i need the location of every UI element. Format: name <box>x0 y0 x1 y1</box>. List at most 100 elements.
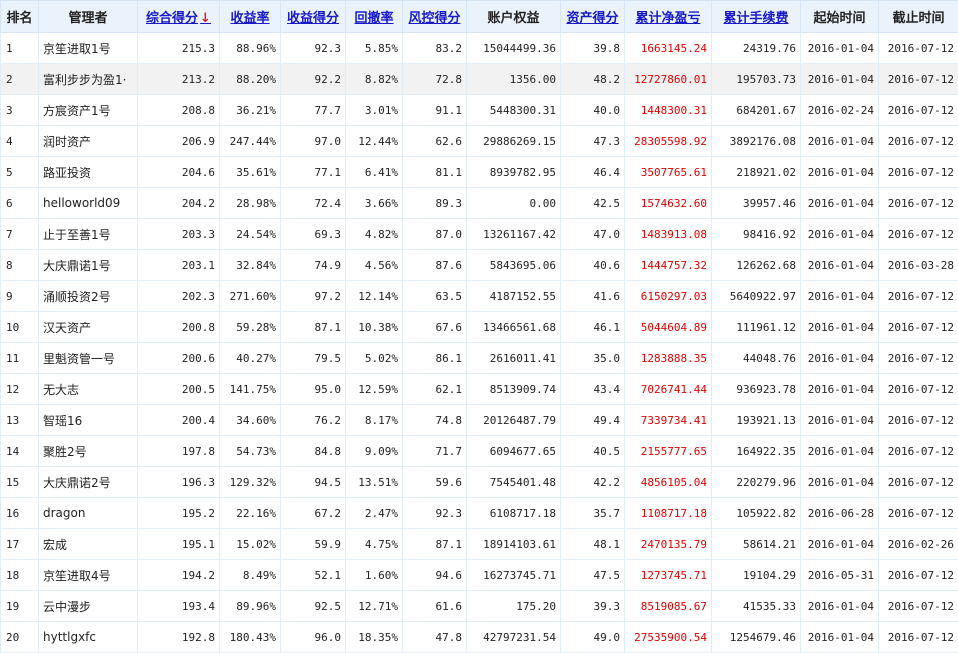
asset-score-cell: 48.1 <box>561 529 625 560</box>
header-drawdown[interactable]: 回撤率 <box>346 1 403 33</box>
cum-fee-cell: 24319.76 <box>712 33 801 64</box>
table-row[interactable]: 16dragon195.222.16%67.22.47%92.36108717.… <box>1 498 958 529</box>
return-rate-cell: 35.61% <box>220 157 281 188</box>
cum-pnl-cell: 7026741.44 <box>625 374 712 405</box>
return-rate-cell: 271.60% <box>220 281 281 312</box>
table-row[interactable]: 1京笙进取1号215.388.96%92.35.85%83.215044499.… <box>1 33 958 64</box>
cum-pnl-cell: 3507765.61 <box>625 157 712 188</box>
asset-score-cell: 41.6 <box>561 281 625 312</box>
risk-score-cell: 91.1 <box>403 95 467 126</box>
asset-score-cell: 42.2 <box>561 467 625 498</box>
cum-fee-cell: 195703.73 <box>712 64 801 95</box>
table-row[interactable]: 19云中漫步193.489.96%92.512.71%61.6175.2039.… <box>1 591 958 622</box>
cum-pnl-cell: 7339734.41 <box>625 405 712 436</box>
end-date-cell: 2016-07-12 <box>879 405 958 436</box>
end-date-cell: 2016-07-12 <box>879 436 958 467</box>
header-return-score[interactable]: 收益得分 <box>281 1 346 33</box>
table-row[interactable]: 4润时资产206.9247.44%97.012.44%62.629886269.… <box>1 126 958 157</box>
risk-score-cell: 87.1 <box>403 529 467 560</box>
table-row[interactable]: 15大庆鼎诺2号196.3129.32%94.513.51%59.6754540… <box>1 467 958 498</box>
return-rate-cell: 8.49% <box>220 560 281 591</box>
equity-cell: 5448300.31 <box>467 95 561 126</box>
start-date-cell: 2016-01-04 <box>801 281 879 312</box>
drawdown-cell: 4.56% <box>346 250 403 281</box>
cum-pnl-cell: 27535900.54 <box>625 622 712 653</box>
asset-score-cell: 43.4 <box>561 374 625 405</box>
return-score-cell: 72.4 <box>281 188 346 219</box>
table-row[interactable]: 2富利步步为盈1·213.288.20%92.28.82%72.81356.00… <box>1 64 958 95</box>
end-date-cell: 2016-07-12 <box>879 312 958 343</box>
header-asset-score[interactable]: 资产得分 <box>561 1 625 33</box>
end-date-cell: 2016-07-12 <box>879 343 958 374</box>
header-cum-pnl[interactable]: 累计净盈亏 <box>625 1 712 33</box>
end-date-cell: 2016-07-12 <box>879 33 958 64</box>
return-rate-cell: 36.21% <box>220 95 281 126</box>
table-row[interactable]: 9涌顺投资2号202.3271.60%97.212.14%63.54187152… <box>1 281 958 312</box>
header-equity: 账户权益 <box>467 1 561 33</box>
table-row[interactable]: 14聚胜2号197.854.73%84.89.09%71.76094677.65… <box>1 436 958 467</box>
equity-cell: 16273745.71 <box>467 560 561 591</box>
asset-score-cell: 35.7 <box>561 498 625 529</box>
return-rate-cell: 141.75% <box>220 374 281 405</box>
table-row[interactable]: 10汉天资产200.859.28%87.110.38%67.613466561.… <box>1 312 958 343</box>
rank-cell: 17 <box>1 529 39 560</box>
table-row[interactable]: 8大庆鼎诺1号203.132.84%74.94.56%87.65843695.0… <box>1 250 958 281</box>
risk-score-cell: 67.6 <box>403 312 467 343</box>
equity-cell: 5843695.06 <box>467 250 561 281</box>
table-row[interactable]: 20hyttlgxfc192.8180.43%96.018.35%47.8427… <box>1 622 958 653</box>
table-row[interactable]: 13智瑶16200.434.60%76.28.17%74.820126487.7… <box>1 405 958 436</box>
start-date-cell: 2016-01-04 <box>801 436 879 467</box>
composite-score-cell: 204.6 <box>138 157 220 188</box>
end-date-cell: 2016-03-28 <box>879 250 958 281</box>
manager-cell: helloworld09 <box>39 188 138 219</box>
drawdown-cell: 12.71% <box>346 591 403 622</box>
rank-cell: 11 <box>1 343 39 374</box>
rank-cell: 6 <box>1 188 39 219</box>
table-row[interactable]: 17宏成195.115.02%59.94.75%87.118914103.614… <box>1 529 958 560</box>
equity-cell: 8939782.95 <box>467 157 561 188</box>
equity-cell: 20126487.79 <box>467 405 561 436</box>
table-row[interactable]: 3方宸资产1号208.836.21%77.73.01%91.15448300.3… <box>1 95 958 126</box>
composite-score-cell: 203.1 <box>138 250 220 281</box>
rank-cell: 9 <box>1 281 39 312</box>
composite-score-cell: 215.3 <box>138 33 220 64</box>
composite-score-cell: 192.8 <box>138 622 220 653</box>
table-row[interactable]: 5路亚投资204.635.61%77.16.41%81.18939782.954… <box>1 157 958 188</box>
table-row[interactable]: 12无大志200.5141.75%95.012.59%62.18513909.7… <box>1 374 958 405</box>
table-row[interactable]: 18京笙进取4号194.28.49%52.11.60%94.616273745.… <box>1 560 958 591</box>
asset-score-cell: 48.2 <box>561 64 625 95</box>
return-score-cell: 84.8 <box>281 436 346 467</box>
return-score-cell: 92.5 <box>281 591 346 622</box>
sort-desc-arrow-icon: ↓ <box>200 11 211 26</box>
cum-fee-cell: 19104.29 <box>712 560 801 591</box>
return-rate-cell: 28.98% <box>220 188 281 219</box>
return-score-cell: 52.1 <box>281 560 346 591</box>
equity-cell: 15044499.36 <box>467 33 561 64</box>
drawdown-cell: 3.01% <box>346 95 403 126</box>
header-risk-score[interactable]: 风控得分 <box>403 1 467 33</box>
start-date-cell: 2016-01-04 <box>801 312 879 343</box>
drawdown-cell: 5.85% <box>346 33 403 64</box>
start-date-cell: 2016-02-24 <box>801 95 879 126</box>
table-row[interactable]: 6helloworld09204.228.98%72.43.66%89.30.0… <box>1 188 958 219</box>
start-date-cell: 2016-01-04 <box>801 250 879 281</box>
header-return-rate[interactable]: 收益率 <box>220 1 281 33</box>
header-composite-score[interactable]: 综合得分↓ <box>138 1 220 33</box>
table-row[interactable]: 7止于至善1号203.324.54%69.34.82%87.013261167.… <box>1 219 958 250</box>
cum-pnl-cell: 1574632.60 <box>625 188 712 219</box>
return-score-cell: 59.9 <box>281 529 346 560</box>
return-score-cell: 76.2 <box>281 405 346 436</box>
equity-cell: 18914103.61 <box>467 529 561 560</box>
header-cum-fee[interactable]: 累计手续费 <box>712 1 801 33</box>
manager-cell: 无大志 <box>39 374 138 405</box>
manager-cell: 京笙进取4号 <box>39 560 138 591</box>
table-row[interactable]: 11里魁资管一号200.640.27%79.55.02%86.12616011.… <box>1 343 958 374</box>
cum-pnl-cell: 1663145.24 <box>625 33 712 64</box>
return-score-cell: 97.2 <box>281 281 346 312</box>
asset-score-cell: 46.4 <box>561 157 625 188</box>
start-date-cell: 2016-01-04 <box>801 33 879 64</box>
end-date-cell: 2016-07-12 <box>879 622 958 653</box>
header-composite-label[interactable]: 综合得分 <box>146 11 198 26</box>
return-score-cell: 96.0 <box>281 622 346 653</box>
end-date-cell: 2016-07-12 <box>879 126 958 157</box>
